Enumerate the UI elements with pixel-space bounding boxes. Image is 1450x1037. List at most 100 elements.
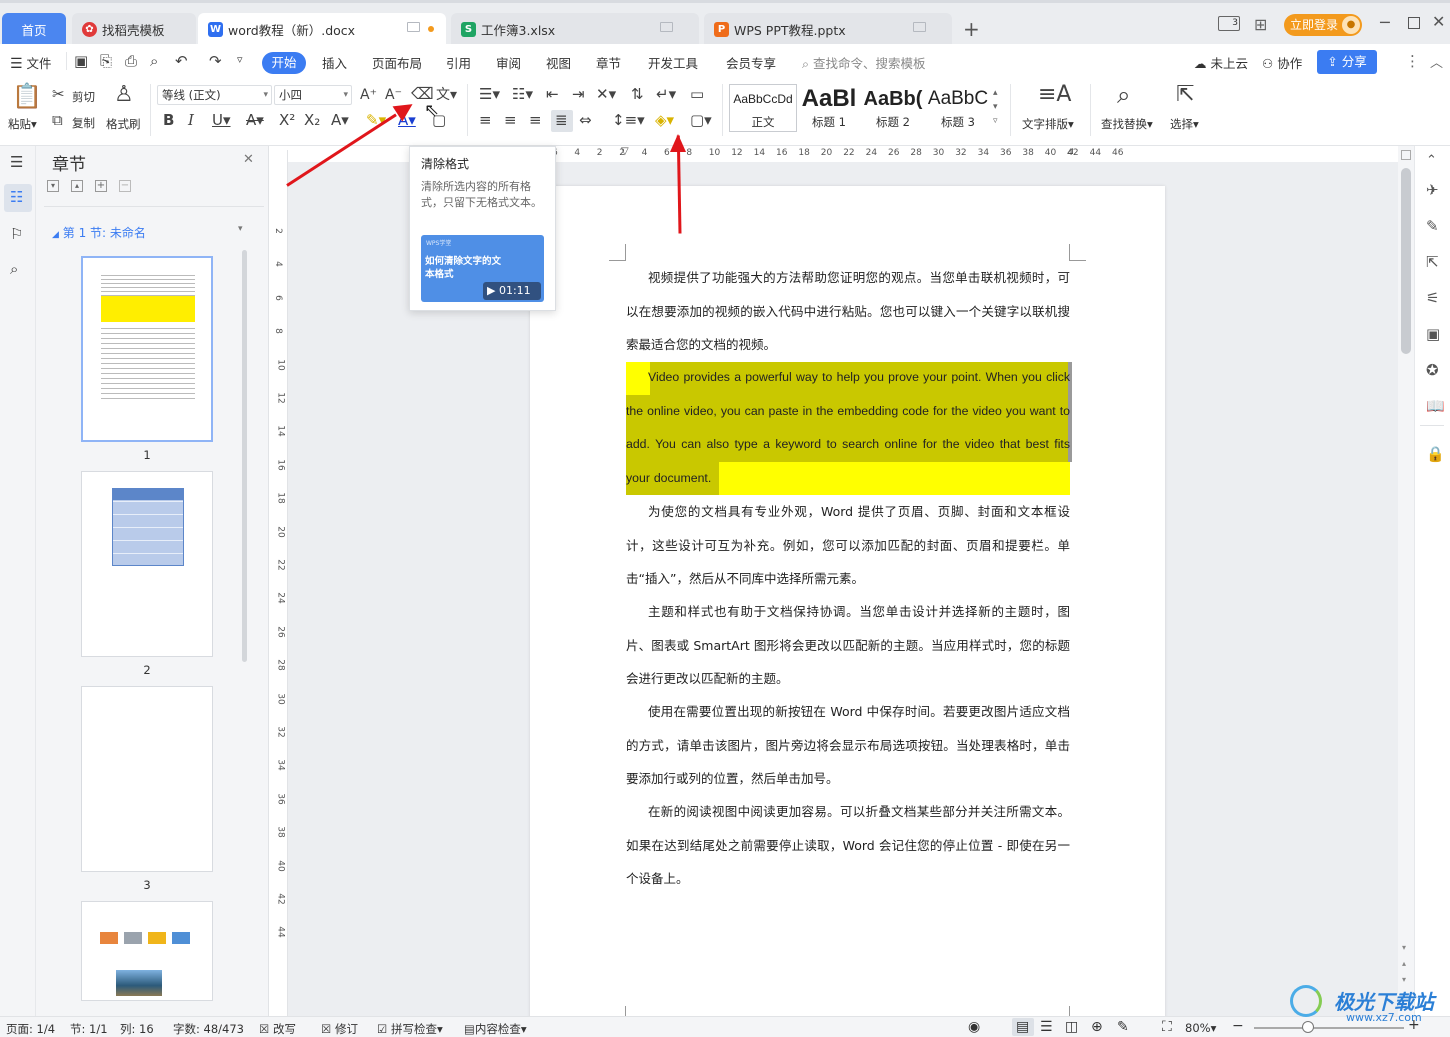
status-page[interactable]: 页面: 1/4 [6,1021,55,1037]
grow-font-icon[interactable]: A⁺ [360,88,377,102]
web-view-icon[interactable]: ⊕ [1091,1019,1103,1035]
decrease-indent-icon[interactable]: ⇤ [546,87,559,102]
new-tab-button[interactable]: + [963,17,980,41]
menu-file[interactable]: ☰ 文件 [10,53,52,72]
section-item[interactable]: ◢ 第 1 节: 未命名 [52,224,146,241]
numbered-list-icon[interactable]: ☷▾ [512,87,533,102]
monitor-icon[interactable] [407,22,420,32]
paste-icon[interactable]: 📋 [12,84,42,108]
close-pane-icon[interactable]: ✕ [243,152,254,167]
search-icon[interactable]: ⌕ [10,262,18,277]
page-thumbnail-3[interactable] [81,686,213,872]
align-left-icon[interactable]: ≡ [479,113,492,128]
show-marks-icon[interactable]: ↵▾ [656,87,676,102]
undo-icon[interactable]: ↶ [175,54,188,69]
pinyin-guide-icon[interactable]: 文▾ [436,88,457,102]
tab-template[interactable]: ✿ 找稻壳模板 [72,13,196,45]
track-changes-toggle[interactable]: ☒ 修订 [321,1021,358,1037]
adjust-icon[interactable]: ⚟ [1426,289,1439,307]
find-replace-icon[interactable]: ⌕ [1117,83,1130,107]
styles-scroll-icon[interactable]: ▴ ▾ ▿ [993,86,998,128]
remove-section-icon[interactable]: − [119,180,131,192]
pages-view-icon[interactable]: ☰ [10,155,23,170]
font-family-select[interactable]: 等线 (正文) [157,85,272,105]
share-button[interactable]: ⇪ 分享 [1317,50,1377,74]
select-cursor-icon[interactable]: ⇱ [1176,84,1194,106]
justify-icon[interactable]: ≣ [555,113,568,128]
menu-layout[interactable]: 页面布局 [372,53,422,72]
quick-access-dropdown-icon[interactable]: ▿ [237,54,243,65]
page-thumbnail-4[interactable] [81,901,213,1001]
apps-grid-icon[interactable]: ⊞ [1254,15,1267,34]
compass-icon[interactable]: ✪ [1426,361,1439,379]
zoom-slider[interactable] [1254,1027,1404,1029]
redo-icon[interactable]: ↷ [209,54,222,69]
style-normal[interactable]: AaBbCcDd 正文 [731,84,795,132]
pen-icon[interactable]: ✎ [1426,217,1439,235]
menu-developer[interactable]: 开发工具 [648,53,698,72]
eye-protect-icon[interactable]: ◉ [968,1019,980,1035]
menu-review[interactable]: 审阅 [496,53,521,72]
paragraph-1[interactable]: 视频提供了功能强大的方法帮助您证明您的观点。当您单击联机视频时，可以在想要添加的… [626,261,1070,362]
collapse-ribbon-icon[interactable]: ︿ [1430,52,1443,71]
spell-check-toggle[interactable]: ☑ 拼写检查▾ [377,1021,443,1037]
page-view-icon[interactable]: ▤ [1016,1019,1029,1035]
align-right-icon[interactable]: ≡ [529,113,542,128]
text-layout-icon[interactable]: ≡A [1038,84,1071,106]
strikethrough-icon[interactable]: A▾ [246,113,264,128]
cloud-status[interactable]: ☁ 未上云 [1194,53,1248,72]
zoom-slider-handle[interactable] [1302,1021,1314,1033]
cut-button[interactable]: 剪切 [72,89,95,105]
overwrite-toggle[interactable]: ☒ 改写 [259,1021,296,1037]
menu-member[interactable]: 会员专享 [726,53,776,72]
menu-view[interactable]: 视图 [546,53,571,72]
italic-icon[interactable]: I [188,113,194,128]
tooltip-video[interactable]: WPS学堂 如何清除文字的文本格式 ▶ 01:11 [421,235,544,302]
font-size-select[interactable]: 小四 [274,85,352,105]
cursor-icon[interactable]: ⇱ [1426,253,1439,271]
login-button[interactable]: 立即登录 ● [1284,14,1362,36]
increase-indent-icon[interactable]: ⇥ [572,87,585,102]
collapse-all-icon[interactable]: ▾ [47,180,59,192]
menu-references[interactable]: 引用 [446,53,471,72]
command-search-input[interactable]: ⌕ 查找命令、搜索模板 [802,53,926,72]
menu-chapter[interactable]: 章节 [596,53,621,72]
zoom-out-icon[interactable]: − [1232,1018,1244,1034]
outline-view-icon[interactable]: ☰ [1040,1019,1053,1035]
subscript-icon[interactable]: X₂ [304,113,320,128]
monitor-icon[interactable] [913,22,926,32]
move-up-icon[interactable]: ▴ [71,180,83,192]
shrink-font-icon[interactable]: A⁻ [385,88,402,102]
bookmark-icon[interactable]: ⚐ [10,227,23,242]
close-window-icon[interactable]: ✕ [1432,12,1445,31]
collab-button[interactable]: ⚇ 协作 [1262,53,1302,72]
more-icon[interactable]: ⋮ [1405,52,1420,70]
indent-marker-icon[interactable]: ▽ [621,146,629,157]
lock-icon[interactable]: 🔒 [1426,445,1445,463]
copy-button[interactable]: 复制 [72,115,95,131]
monitor-icon[interactable] [660,22,673,32]
ai-image-icon[interactable]: ▣ [1426,325,1440,343]
paragraph-3[interactable]: 为使您的文档具有专业外观，Word 提供了页眉、页脚、封面和文本框设计，这些设计… [626,495,1070,596]
translate-book-icon[interactable]: 📖 [1426,397,1445,415]
superscript-icon[interactable]: X² [279,113,295,128]
border-icon[interactable]: ▢▾ [690,113,712,128]
distributed-icon[interactable]: ⇔ [579,113,592,128]
add-section-icon[interactable]: + [95,180,107,192]
page-thumbnail-2[interactable] [81,471,213,657]
scroll-top-icon[interactable] [1401,150,1411,160]
select-button[interactable]: 选择▾ [1170,116,1199,132]
scroll-thumb[interactable] [1401,168,1411,354]
rocket-icon[interactable]: ✈ [1426,181,1439,199]
style-heading-2[interactable]: AaBb(标题 2 [862,84,924,132]
page-thumbnail-1[interactable] [81,256,213,442]
paragraph-4[interactable]: 主题和样式也有助于文档保持协调。当您单击设计并选择新的主题时，图片、图表或 Sm… [626,595,1070,696]
find-replace-button[interactable]: 查找替换▾ [1101,116,1153,132]
write-view-icon[interactable]: ✎ [1117,1019,1129,1035]
chinese-layout-icon[interactable]: ✕▾ [596,87,616,102]
paste-button[interactable]: 粘贴▾ [8,116,37,132]
print-preview-icon[interactable]: ⌕ [150,54,158,69]
bold-icon[interactable]: B [163,113,174,128]
layout-switch-icon[interactable]: 3 [1218,16,1240,31]
collapse-toolbar-icon[interactable]: ⌃ [1426,153,1437,168]
